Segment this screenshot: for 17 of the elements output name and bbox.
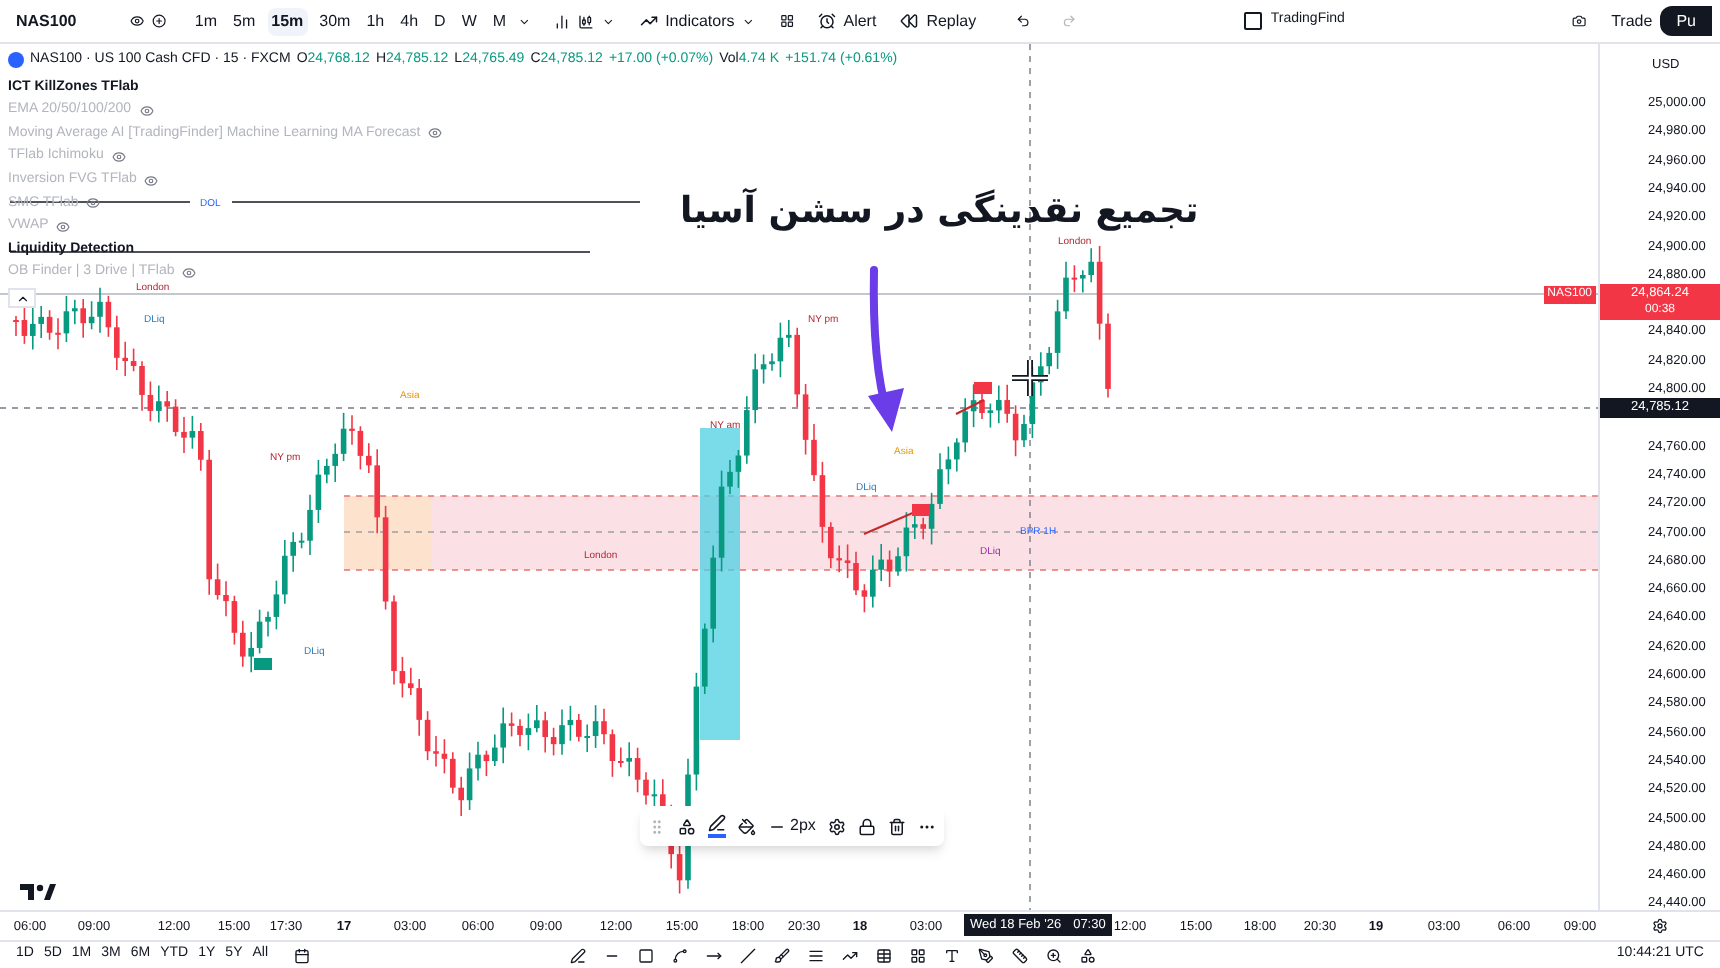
publish-button[interactable]: Pu <box>1660 6 1712 36</box>
interval-button[interactable]: 30m <box>315 7 355 35</box>
interval-button[interactable]: D <box>430 7 450 35</box>
replay-button[interactable]: Replay <box>900 9 977 33</box>
interval-button[interactable]: M <box>488 7 511 35</box>
interval-button[interactable]: 1h <box>362 7 389 35</box>
alert-button[interactable]: Alert <box>817 9 877 33</box>
interval-button[interactable]: 5m <box>229 7 260 35</box>
line-width-button[interactable]: 2px <box>768 814 816 838</box>
interval-button[interactable]: 15m <box>267 7 308 35</box>
interval-button[interactable]: 1m <box>190 7 222 35</box>
interval-button[interactable]: W <box>457 7 481 35</box>
trade-button[interactable]: Trade <box>1611 9 1653 33</box>
indicators-button[interactable]: Indicators <box>639 9 735 33</box>
symbol-search-field[interactable]: NAS100 <box>8 5 123 37</box>
annotation-title: تجمیع نقدینگی در سشن آسیا <box>680 186 1199 236</box>
interval-button[interactable]: 4h <box>396 7 423 35</box>
